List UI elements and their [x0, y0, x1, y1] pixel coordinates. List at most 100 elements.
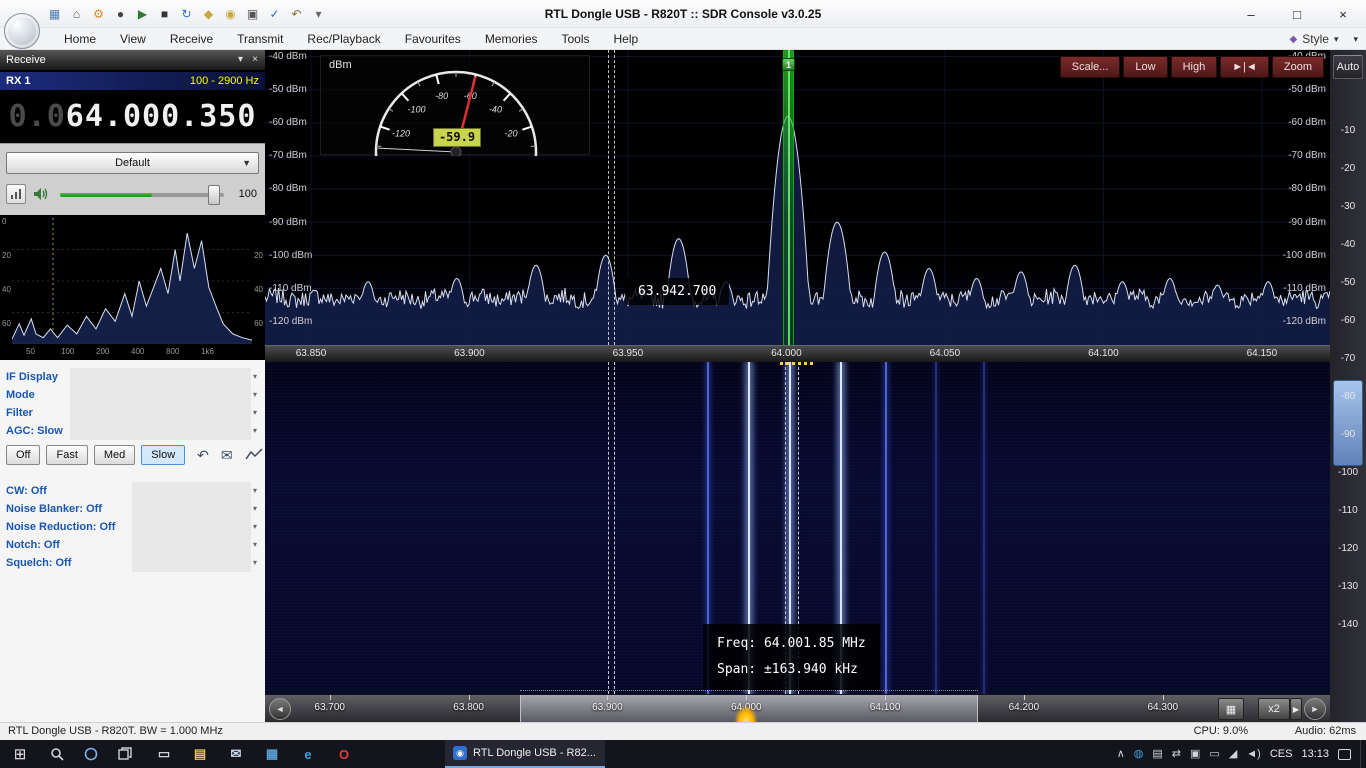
agc-slow-button[interactable]: Slow — [141, 445, 185, 465]
tab-memories[interactable]: Memories — [473, 28, 550, 50]
graph-icon[interactable] — [245, 447, 263, 464]
tab-transmit[interactable]: Transmit — [225, 28, 295, 50]
quickbar-caret-icon[interactable]: ▾ — [310, 6, 327, 23]
network-icon[interactable]: ◢ — [1229, 749, 1237, 760]
play-icon[interactable]: ▶ — [134, 6, 151, 23]
agc-off-button[interactable]: Off — [6, 445, 40, 465]
home-icon[interactable]: ⌂ — [68, 6, 85, 23]
zoom-button[interactable]: Zoom — [1272, 56, 1324, 78]
maximize-button[interactable]: □ — [1274, 0, 1320, 28]
close-button[interactable]: × — [1320, 0, 1366, 28]
action-center-icon[interactable] — [1338, 749, 1351, 760]
sync-icon[interactable]: ↻ — [178, 6, 195, 23]
cortana-button[interactable] — [74, 740, 108, 768]
chevron-down-icon[interactable]: ▾ — [253, 536, 257, 554]
record-icon[interactable]: ● — [112, 6, 129, 23]
notes-icon[interactable]: ✉ — [221, 447, 233, 464]
rx-marker[interactable]: 1 — [783, 50, 794, 345]
volume-icon[interactable]: ◄) — [1246, 749, 1261, 760]
chevron-down-icon[interactable]: ▾ — [253, 422, 257, 440]
high-button[interactable]: High — [1171, 56, 1218, 78]
language-indicator[interactable]: CES — [1270, 748, 1293, 760]
nav-zoom-caret-button[interactable]: ▶ — [1290, 698, 1302, 720]
scale-button[interactable]: Scale... — [1060, 56, 1121, 78]
show-desktop-button[interactable] — [1360, 740, 1364, 768]
undo-icon[interactable]: ↶ — [288, 6, 305, 23]
pen-icon[interactable]: ▤ — [1152, 749, 1162, 760]
proc-squelch-off[interactable]: Squelch: Off▾ — [0, 554, 265, 572]
frequency-navigation-bar[interactable]: ◄ ▦ x2 ▶ ► 63.70063.80063.90064.00064.10… — [265, 694, 1330, 722]
store-icon[interactable]: ▦ — [254, 740, 290, 768]
dsp-agc-slow[interactable]: AGC: Slow▾ — [0, 422, 265, 440]
tab-rec-playback[interactable]: Rec/Playback — [295, 28, 392, 50]
nav-scroll-right-button[interactable]: ► — [1304, 698, 1326, 720]
auto-gain-button[interactable]: Auto — [1333, 55, 1363, 79]
tab-favourites[interactable]: Favourites — [393, 28, 473, 50]
key-icon[interactable]: ◆ — [200, 6, 217, 23]
opera-icon[interactable]: O — [326, 740, 362, 768]
-button[interactable]: ►|◄ — [1220, 56, 1269, 78]
chevron-down-icon[interactable]: ▾ — [253, 404, 257, 422]
tab-receive[interactable]: Receive — [158, 28, 225, 50]
dsp-filter[interactable]: Filter▾ — [0, 404, 265, 422]
file-explorer-icon[interactable]: ▤ — [182, 740, 218, 768]
edge-icon[interactable]: e — [290, 740, 326, 768]
display-icon[interactable]: ▭ — [1209, 749, 1219, 760]
waterfall-display[interactable]: Freq: 64.001.85 MHz Span: ±163.940 kHz — [265, 362, 1330, 694]
spectrum-frequency-axis[interactable]: 63.85063.90063.95064.00064.05064.10064.1… — [265, 345, 1330, 362]
app-icon[interactable]: ▦ — [46, 6, 63, 23]
tab-view[interactable]: View — [108, 28, 158, 50]
agc-med-button[interactable]: Med — [94, 445, 135, 465]
volume-slider-thumb[interactable] — [208, 185, 220, 205]
proc-noise-blanker-off[interactable]: Noise Blanker: Off▾ — [0, 500, 265, 518]
sync-icon[interactable]: ⇄ — [1172, 749, 1181, 760]
tab-help[interactable]: Help — [602, 28, 651, 50]
volume-slider[interactable] — [60, 193, 224, 197]
panel-collapse-icon[interactable]: ▾ — [238, 50, 243, 70]
undo-icon[interactable]: ↶ — [197, 447, 209, 464]
tab-home[interactable]: Home — [52, 28, 108, 50]
chevron-down-icon[interactable]: ▾ — [253, 500, 257, 518]
proc-notch-off[interactable]: Notch: Off▾ — [0, 536, 265, 554]
keyboard-entry-button[interactable]: ▦ — [1218, 698, 1244, 720]
search-button[interactable] — [40, 740, 74, 768]
nav-scroll-left-button[interactable]: ◄ — [269, 698, 291, 720]
minimize-button[interactable]: – — [1228, 0, 1274, 28]
style-menu[interactable]: ◆ Style ▾ ▾ — [1290, 28, 1358, 50]
dsp-if-display[interactable]: IF Display▾ — [0, 368, 265, 386]
speaker-button[interactable] — [31, 184, 51, 204]
agc-fast-button[interactable]: Fast — [46, 445, 87, 465]
low-button[interactable]: Low — [1123, 56, 1167, 78]
chevron-down-icon[interactable]: ▾ — [253, 554, 257, 572]
monitor-icon[interactable]: ▭ — [146, 740, 182, 768]
settings-icon[interactable]: ⚙ — [90, 6, 107, 23]
proc-cw-off[interactable]: CW: Off▾ — [0, 482, 265, 500]
mode-preset-dropdown[interactable]: Default ▼ — [6, 152, 259, 174]
stop-icon[interactable]: ■ — [156, 6, 173, 23]
tools-icon[interactable]: ✓ — [266, 6, 283, 23]
active-task-button[interactable]: ◉ RTL Dongle USB - R82... — [445, 740, 605, 768]
panel-close-icon[interactable]: × — [252, 50, 258, 70]
chevron-down-icon[interactable]: ▾ — [253, 518, 257, 536]
lock-icon[interactable]: ◉ — [222, 6, 239, 23]
mail-icon[interactable]: ✉ — [218, 740, 254, 768]
ribbon-options-caret-icon[interactable]: ▾ — [1353, 34, 1358, 45]
start-button[interactable]: ⊞ — [0, 740, 40, 768]
chevron-down-icon[interactable]: ▾ — [253, 368, 257, 386]
browser-icon[interactable]: ◍ — [1134, 749, 1144, 760]
mixer-button[interactable] — [6, 184, 26, 204]
spectrum-display[interactable]: dBm -140-120-100-80-60-40-200 -59.9 Scal… — [265, 50, 1330, 345]
hidden-icons-chevron[interactable]: ∧ — [1117, 749, 1125, 760]
camera-icon[interactable]: ▣ — [244, 6, 261, 23]
dsp-mode[interactable]: Mode▾ — [0, 386, 265, 404]
frequency-display[interactable]: 0.064.000.350 — [0, 92, 265, 140]
chevron-down-icon[interactable]: ▾ — [253, 386, 257, 404]
tab-tools[interactable]: Tools — [550, 28, 602, 50]
clock[interactable]: 13:13 — [1301, 748, 1329, 760]
security-icon[interactable]: ▣ — [1190, 749, 1200, 760]
chevron-down-icon[interactable]: ▾ — [253, 482, 257, 500]
task-view-button[interactable] — [108, 740, 142, 768]
nav-zoom-button[interactable]: x2 — [1258, 698, 1290, 720]
proc-noise-reduction-off[interactable]: Noise Reduction: Off▾ — [0, 518, 265, 536]
application-menu-orb[interactable] — [4, 13, 40, 49]
